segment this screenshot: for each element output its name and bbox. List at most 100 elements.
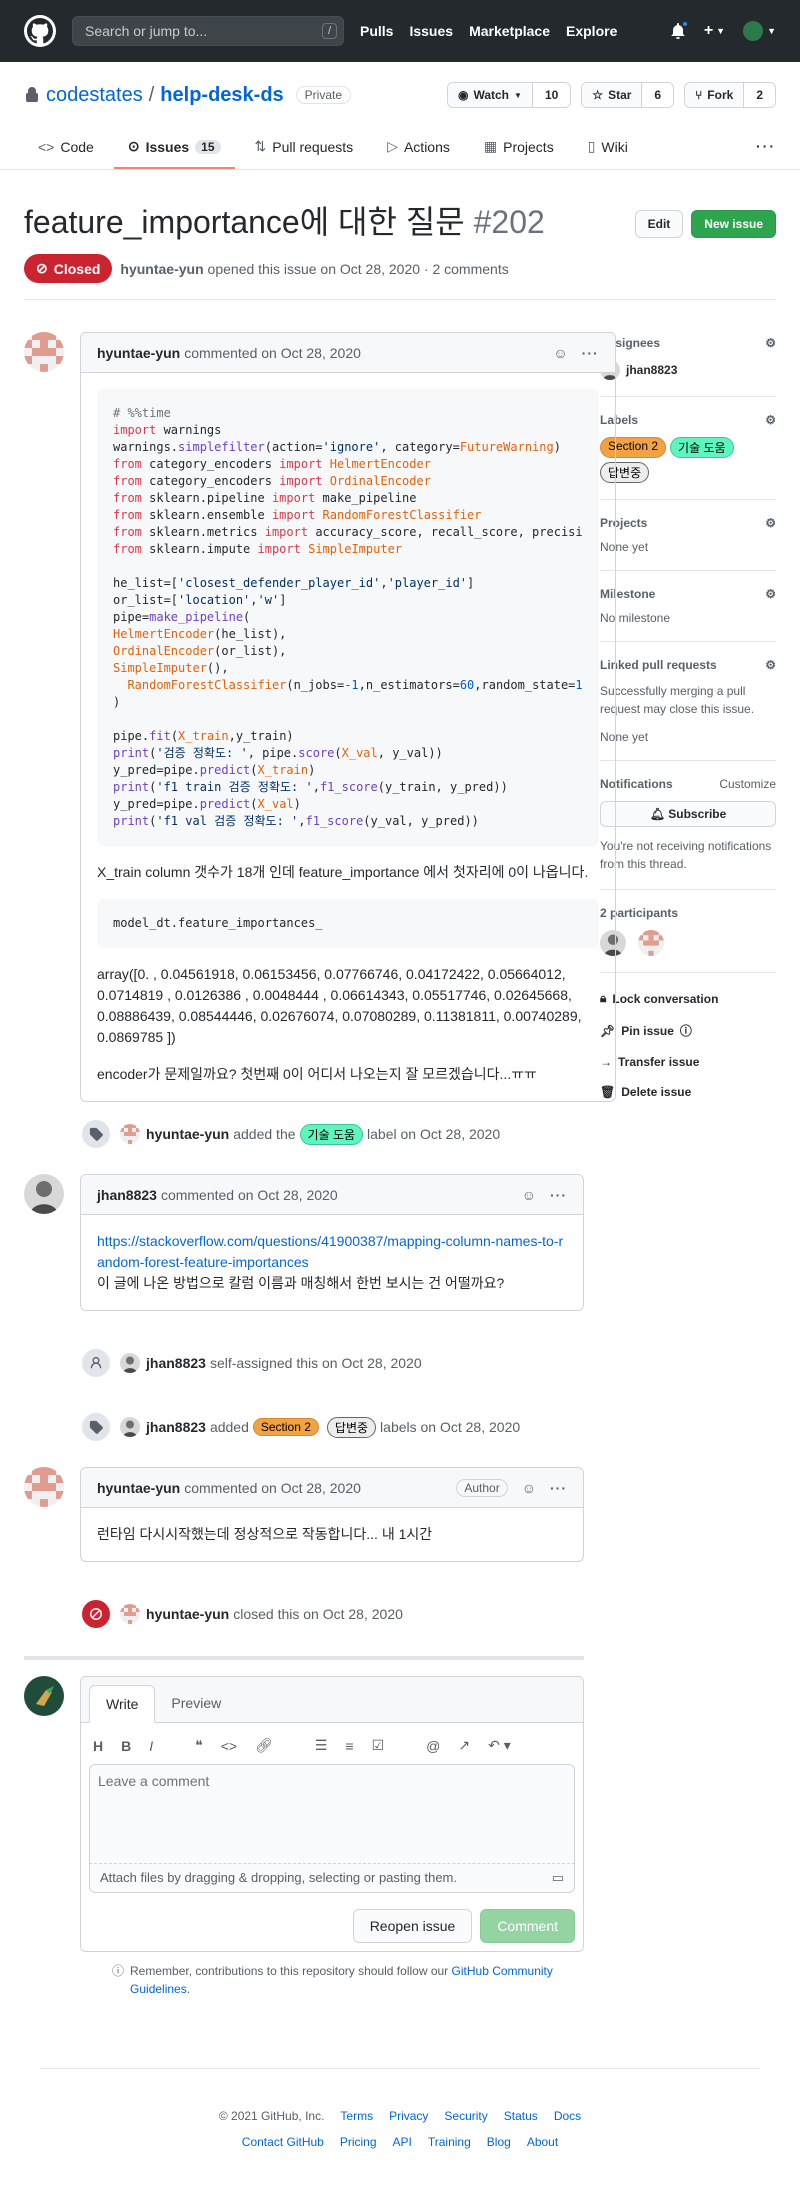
comment-menu-kebab-icon[interactable]: ···: [550, 1187, 567, 1203]
gear-icon[interactable]: ⚙: [765, 658, 776, 672]
reopen-issue-button[interactable]: Reopen issue: [352, 1909, 473, 1943]
avatar[interactable]: [638, 930, 664, 956]
numbered-list-icon[interactable]: ≡: [345, 1738, 353, 1754]
emoji-reaction-icon[interactable]: ☺: [553, 345, 567, 361]
heading-icon[interactable]: H: [93, 1738, 103, 1754]
comment-author[interactable]: hyuntae-yun: [97, 345, 180, 361]
emoji-reaction-icon[interactable]: ☺: [522, 1187, 536, 1203]
comment-menu-kebab-icon[interactable]: ···: [582, 345, 599, 361]
label-tech-help[interactable]: 기술 도움: [670, 437, 734, 458]
avatar[interactable]: [24, 1676, 64, 1716]
event-actor[interactable]: jhan8823: [146, 1355, 206, 1371]
more-tabs-kebab-icon[interactable]: ···: [756, 126, 776, 169]
avatar[interactable]: [120, 1124, 140, 1144]
bold-icon[interactable]: B: [121, 1738, 131, 1754]
tab-pull-requests[interactable]: ⇅ Pull requests: [241, 126, 368, 169]
comment-menu-kebab-icon[interactable]: ···: [550, 1480, 567, 1496]
gear-icon[interactable]: ⚙: [765, 336, 776, 350]
stackoverflow-link[interactable]: https://stackoverflow.com/questions/4190…: [97, 1231, 567, 1273]
footer-link-about[interactable]: About: [527, 2135, 558, 2149]
avatar[interactable]: [120, 1353, 140, 1373]
gear-icon[interactable]: ⚙: [765, 413, 776, 427]
footer-link-terms[interactable]: Terms: [340, 2109, 373, 2123]
quote-icon[interactable]: ❝: [195, 1737, 203, 1754]
footer-link-security[interactable]: Security: [444, 2109, 487, 2123]
tab-actions[interactable]: ▷ Actions: [373, 126, 464, 169]
gear-icon[interactable]: ⚙: [765, 516, 776, 530]
nav-pulls[interactable]: Pulls: [360, 23, 393, 39]
star-button[interactable]: ☆ Star 6: [581, 82, 675, 108]
comment-timestamp[interactable]: commented on Oct 28, 2020: [161, 1187, 338, 1203]
repo-owner-link[interactable]: codestates: [46, 84, 143, 107]
transfer-issue-button[interactable]: → Transfer issue: [600, 1055, 776, 1069]
reply-icon[interactable]: ↶ ▾: [488, 1737, 511, 1754]
avatar[interactable]: [24, 1174, 64, 1214]
mention-icon[interactable]: @: [426, 1738, 440, 1754]
comment-author[interactable]: jhan8823: [97, 1187, 157, 1203]
create-new-plus-icon[interactable]: + ▼: [704, 22, 725, 40]
footer-link-pricing[interactable]: Pricing: [340, 2135, 377, 2149]
footer-link-blog[interactable]: Blog: [487, 2135, 511, 2149]
footer-link-privacy[interactable]: Privacy: [389, 2109, 428, 2123]
watch-count[interactable]: 10: [531, 83, 571, 107]
footer-link-status[interactable]: Status: [504, 2109, 538, 2123]
footer-link-docs[interactable]: Docs: [554, 2109, 581, 2123]
github-logo-icon[interactable]: [24, 15, 56, 47]
gear-icon[interactable]: ⚙: [765, 587, 776, 601]
repo-name-link[interactable]: help-desk-ds: [160, 84, 283, 107]
fork-count[interactable]: 2: [743, 83, 775, 107]
avatar[interactable]: [24, 332, 64, 372]
assignee-link[interactable]: jhan8823: [600, 360, 776, 380]
link-icon[interactable]: 🔗︎: [255, 1737, 273, 1754]
comment-timestamp[interactable]: commented on Oct 28, 2020: [184, 345, 361, 361]
avatar[interactable]: [120, 1604, 140, 1624]
user-menu-avatar[interactable]: ▼: [743, 21, 776, 41]
label-tech-help[interactable]: 기술 도움: [299, 1123, 364, 1145]
label-answering[interactable]: 답변중: [326, 1416, 377, 1438]
cross-reference-icon[interactable]: ↗: [458, 1737, 470, 1754]
emoji-reaction-icon[interactable]: ☺: [522, 1480, 536, 1496]
event-actor[interactable]: hyuntae-yun: [146, 1126, 229, 1142]
markdown-icon[interactable]: ▭: [552, 1870, 564, 1886]
label-section-2[interactable]: Section 2: [252, 1418, 319, 1436]
new-issue-button[interactable]: New issue: [691, 210, 776, 238]
italic-icon[interactable]: I: [149, 1738, 153, 1754]
comment-author[interactable]: hyuntae-yun: [97, 1480, 180, 1496]
code-icon[interactable]: <>: [221, 1738, 237, 1754]
issue-author-link[interactable]: hyuntae-yun: [120, 261, 203, 277]
notifications-bell-icon[interactable]: [670, 20, 689, 39]
nav-explore[interactable]: Explore: [566, 23, 617, 39]
avatar[interactable]: [24, 1467, 64, 1507]
avatar[interactable]: [120, 1417, 140, 1437]
subscribe-button[interactable]: 🔔︎ Subscribe: [600, 801, 776, 827]
customize-link[interactable]: Customize: [719, 777, 776, 791]
bulleted-list-icon[interactable]: ☰: [315, 1737, 328, 1754]
tab-projects[interactable]: ▦ Projects: [470, 126, 568, 169]
lock-conversation-button[interactable]: 🔒︎ Lock conversation: [600, 991, 776, 1006]
nav-marketplace[interactable]: Marketplace: [469, 23, 550, 39]
event-actor[interactable]: jhan8823: [146, 1419, 206, 1435]
pin-issue-button[interactable]: 📌︎ Pin issue ⓘ: [600, 1022, 776, 1039]
event-actor[interactable]: hyuntae-yun: [146, 1606, 229, 1622]
edit-title-button[interactable]: Edit: [634, 210, 684, 238]
fork-button[interactable]: ⑂ Fork 2: [684, 82, 776, 108]
file-attach-area[interactable]: Attach files by dragging & dropping, sel…: [89, 1864, 575, 1893]
search-input[interactable]: Search or jump to... /: [72, 16, 344, 46]
watch-button[interactable]: ◉ Watch ▼ 10: [446, 82, 572, 108]
task-list-icon[interactable]: ☑: [372, 1737, 385, 1754]
comment-submit-button[interactable]: Comment: [480, 1909, 575, 1943]
new-comment-form: Write Preview H B I ❝ <> 🔗︎ ☰ ≡ ☑ @ ↗ ↶ …: [24, 1676, 584, 1952]
star-count[interactable]: 6: [641, 83, 674, 107]
tab-wiki[interactable]: ▯ Wiki: [574, 126, 642, 169]
tab-issues[interactable]: ⊙ Issues 15: [113, 126, 235, 169]
comment-timestamp[interactable]: commented on Oct 28, 2020: [184, 1480, 361, 1496]
tab-code[interactable]: <> Code: [24, 126, 108, 169]
footer-link-api[interactable]: API: [393, 2135, 412, 2149]
preview-tab[interactable]: Preview: [155, 1685, 237, 1722]
delete-issue-button[interactable]: 🗑︎ Delete issue: [600, 1085, 776, 1099]
footer-link-contact[interactable]: Contact GitHub: [242, 2135, 324, 2149]
nav-issues[interactable]: Issues: [409, 23, 453, 39]
comment-textarea[interactable]: Leave a comment: [89, 1764, 575, 1864]
write-tab[interactable]: Write: [89, 1685, 156, 1723]
footer-link-training[interactable]: Training: [428, 2135, 471, 2149]
